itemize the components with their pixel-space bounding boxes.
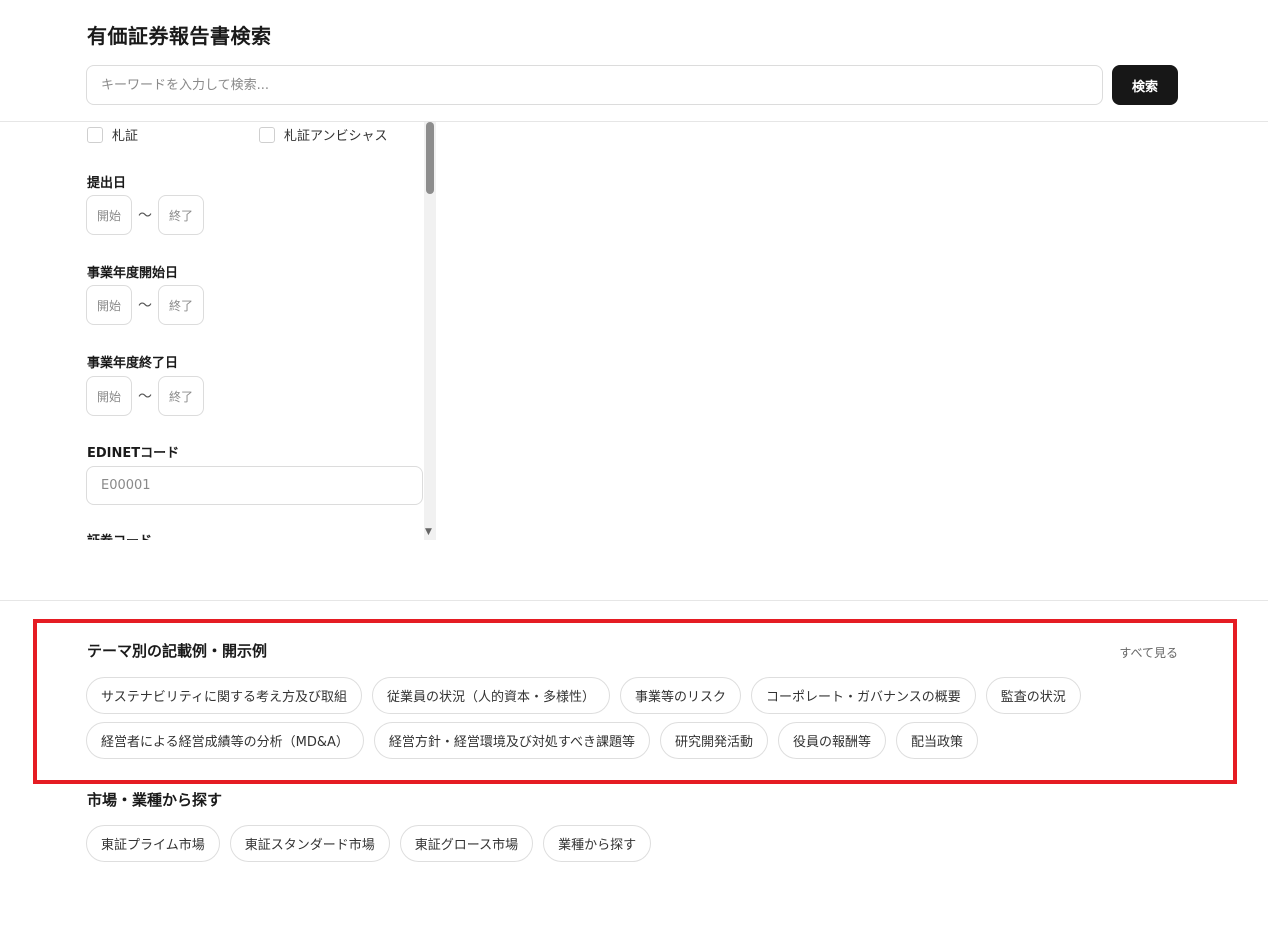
theme-chip[interactable]: 経営方針・経営環境及び対処すべき課題等 bbox=[373, 722, 650, 759]
themes-title: テーマ別の記載例・開示例 bbox=[87, 642, 268, 660]
see-all-link[interactable]: すべて見る bbox=[1119, 644, 1178, 661]
theme-chip[interactable]: 配当政策 bbox=[896, 722, 979, 759]
checkbox-icon[interactable] bbox=[259, 126, 275, 143]
filter-panel: 札証 札証アンビシャス 提出日 開始 〜 終了 事業年度開始日 開始 〜 終了 … bbox=[0, 122, 440, 540]
theme-chips-row-1: サステナビリティに関する考え方及び取組 従業員の状況（人的資本・多様性） 事業等… bbox=[86, 677, 1081, 714]
checkbox-label: 札証アンビシャス bbox=[284, 129, 388, 144]
fiscal-end-label: 事業年度終了日 bbox=[87, 356, 179, 371]
theme-chip[interactable]: 研究開発活動 bbox=[659, 722, 768, 759]
market-chips-row: 東証プライム市場 東証スタンダード市場 東証グロース市場 業種から探す bbox=[86, 825, 652, 862]
checkbox-sapporo-ambitious[interactable]: 札証アンビシャス bbox=[259, 125, 387, 144]
range-separator: 〜 bbox=[138, 298, 152, 314]
theme-chip[interactable]: サステナビリティに関する考え方及び取組 bbox=[86, 677, 362, 714]
fiscal-start-to[interactable]: 終了 bbox=[158, 285, 204, 325]
edinet-code-label: EDINETコード bbox=[87, 446, 180, 461]
search-input[interactable] bbox=[86, 65, 1103, 105]
fiscal-start-from[interactable]: 開始 bbox=[86, 285, 132, 325]
scrollbar-thumb[interactable] bbox=[426, 122, 434, 194]
submit-date-range: 開始 〜 終了 bbox=[86, 195, 204, 235]
fiscal-end-to[interactable]: 終了 bbox=[158, 376, 204, 416]
submit-date-start[interactable]: 開始 bbox=[86, 195, 132, 235]
range-separator: 〜 bbox=[138, 208, 152, 224]
fiscal-start-range: 開始 〜 終了 bbox=[86, 285, 204, 325]
market-chip[interactable]: 東証グロース市場 bbox=[399, 825, 534, 862]
market-chip[interactable]: 東証プライム市場 bbox=[86, 825, 220, 862]
theme-chip[interactable]: 監査の状況 bbox=[985, 677, 1081, 714]
theme-chips-row-2: 経営者による経営成績等の分析（MD&A） 経営方針・経営環境及び対処すべき課題等… bbox=[86, 722, 979, 759]
theme-chip[interactable]: 従業員の状況（人的資本・多様性） bbox=[371, 677, 610, 714]
fiscal-end-range: 開始 〜 終了 bbox=[86, 376, 204, 416]
submit-date-end[interactable]: 終了 bbox=[158, 195, 204, 235]
theme-chip[interactable]: 役員の報酬等 bbox=[777, 722, 886, 759]
edinet-code-input[interactable]: E00001 bbox=[86, 466, 423, 505]
market-title: 市場・業種から探す bbox=[87, 791, 223, 809]
market-chip[interactable]: 業種から探す bbox=[543, 825, 652, 862]
market-checkboxes: 札証 札証アンビシャス bbox=[87, 125, 427, 145]
securities-code-label: 証券コード bbox=[87, 530, 152, 540]
search-button[interactable]: 検索 bbox=[1112, 65, 1178, 105]
checkbox-icon[interactable] bbox=[87, 126, 103, 143]
range-separator: 〜 bbox=[138, 389, 152, 405]
theme-chip[interactable]: 経営者による経営成績等の分析（MD&A） bbox=[86, 722, 364, 759]
checkbox-label: 札証 bbox=[112, 129, 139, 144]
section-divider bbox=[0, 600, 1268, 601]
submit-date-label: 提出日 bbox=[87, 176, 127, 191]
scroll-down-arrow-icon[interactable]: ▼ bbox=[425, 527, 432, 537]
theme-chip[interactable]: 事業等のリスク bbox=[619, 677, 741, 714]
market-chip[interactable]: 東証スタンダード市場 bbox=[229, 825, 390, 862]
checkbox-sapporo[interactable]: 札証 bbox=[87, 125, 138, 144]
fiscal-end-from[interactable]: 開始 bbox=[86, 376, 132, 416]
theme-chip[interactable]: コーポレート・ガバナンスの概要 bbox=[751, 677, 976, 714]
page-title: 有価証券報告書検索 bbox=[87, 24, 272, 48]
fiscal-start-label: 事業年度開始日 bbox=[87, 266, 179, 281]
header: 有価証券報告書検索 検索 bbox=[0, 0, 1268, 122]
